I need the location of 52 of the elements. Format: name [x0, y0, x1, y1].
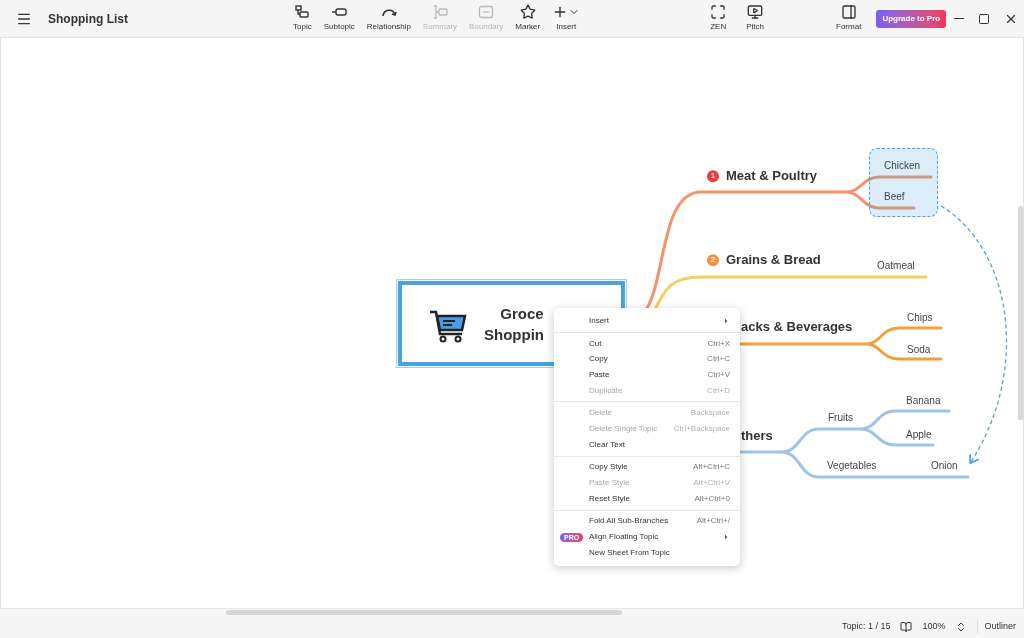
subtopic[interactable]: Apple	[906, 426, 932, 442]
priority-marker: 1	[707, 170, 719, 182]
topic-label[interactable]: Grains & Bread	[726, 250, 821, 270]
topic-title: Groce	[500, 303, 544, 324]
panel-icon	[840, 4, 857, 20]
topic-icon	[294, 4, 311, 20]
menu-item[interactable]: Fold All Sub-Branches Alt+Ctrl+/	[554, 513, 740, 530]
minimize-button[interactable]	[954, 17, 964, 20]
toolbar-button[interactable]: Pitch	[741, 4, 770, 33]
menu-item[interactable]: Reset Style Alt+Ctrl+0	[554, 490, 740, 507]
menu-item[interactable]: Paste Ctrl+V	[554, 367, 740, 383]
menu-item[interactable]: Copy Style Alt+Ctrl+C	[554, 459, 740, 476]
subtopic[interactable]: Oatmeal	[877, 257, 915, 273]
topic-title: Shoppin	[484, 324, 544, 345]
subtopic[interactable]: Chicken	[884, 157, 921, 173]
star-icon	[519, 4, 536, 20]
topic-label[interactable]: thers	[741, 426, 773, 446]
minimize-icon	[954, 17, 964, 20]
subtopic[interactable]: Soda	[907, 341, 931, 357]
vertical-scrollbar-thumb[interactable]	[1018, 206, 1023, 420]
boundary-icon	[478, 4, 495, 20]
menu-item[interactable]: Clear Text	[554, 436, 740, 453]
toolbar-button[interactable]: Marker	[510, 4, 546, 33]
menu-item[interactable]: New Sheet From Topic	[554, 544, 740, 561]
play-icon	[747, 4, 764, 20]
upgrade-button[interactable]: Upgrade to Pro	[876, 9, 947, 28]
scrollbar-thumb[interactable]	[226, 610, 622, 615]
subtopic[interactable]: Banana	[906, 392, 941, 408]
boundary-box[interactable]	[869, 148, 938, 217]
window-title: Shopping List	[48, 10, 129, 28]
zoom-level[interactable]: 100%	[922, 620, 946, 634]
topic-label[interactable]: acks & Beverages	[741, 317, 853, 337]
fullscreen-icon	[710, 4, 727, 20]
maximize-icon	[978, 12, 990, 25]
toolbar-button[interactable]: ZEN	[705, 4, 732, 33]
outliner-button[interactable]: Outliner	[977, 620, 1016, 634]
summary-icon	[431, 4, 448, 20]
toolbar-button[interactable]: Subtopic	[318, 4, 360, 33]
toolbar-button[interactable]: Insert	[547, 4, 586, 33]
format-button[interactable]: Format	[831, 4, 867, 33]
topic-count: Topic: 1 / 15	[841, 620, 891, 634]
toolbar-button[interactable]: Topic	[288, 4, 317, 33]
map-icon[interactable]	[900, 621, 913, 633]
subtopic[interactable]: Vegetables	[827, 457, 877, 473]
subtopic[interactable]: Onion	[931, 457, 958, 473]
topic-label[interactable]: Meat & Poultry	[726, 166, 817, 186]
subtopic[interactable]: Beef	[884, 188, 905, 204]
subtopic[interactable]: Chips	[907, 309, 933, 325]
toolbar-button[interactable]: Relationship	[361, 4, 416, 33]
maximize-button[interactable]	[978, 12, 990, 25]
priority-marker: 2	[707, 254, 719, 266]
subtopic[interactable]: Fruits	[828, 409, 853, 425]
